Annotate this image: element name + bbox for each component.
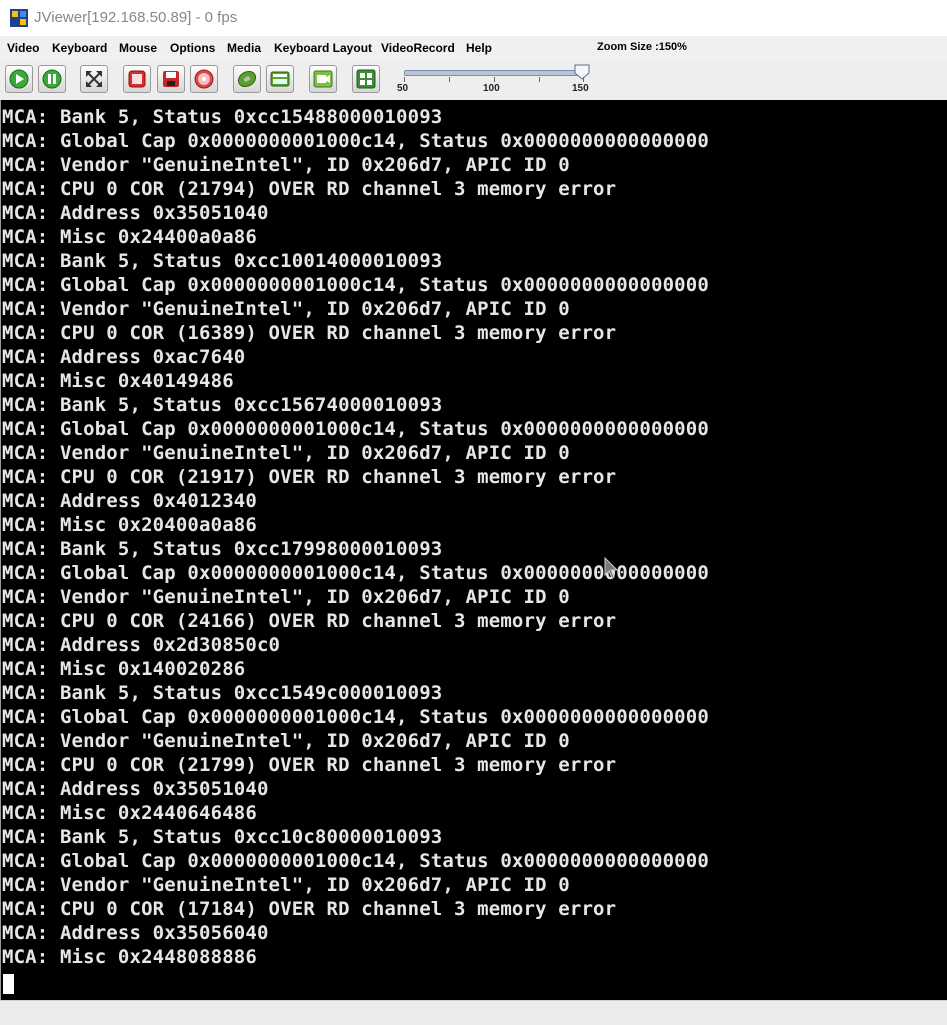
status-bar: [0, 1000, 947, 1025]
console-line: MCA: Misc 0x20400a0a86: [2, 514, 257, 536]
hotkeys-button[interactable]: [352, 65, 380, 93]
menu-mouse[interactable]: Mouse: [119, 41, 157, 55]
menu-videorecord[interactable]: VideoRecord: [381, 41, 455, 55]
console-line: MCA: Global Cap 0x0000000001000c14, Stat…: [2, 130, 709, 152]
console-line: MCA: Bank 5, Status 0xcc17998000010093: [2, 538, 443, 560]
console-line: MCA: Bank 5, Status 0xcc15488000010093: [2, 106, 443, 128]
play-button[interactable]: [5, 65, 33, 93]
console-line: MCA: CPU 0 COR (21794) OVER RD channel 3…: [2, 178, 617, 200]
menu-video[interactable]: Video: [7, 41, 39, 55]
console-line: MCA: CPU 0 COR (21799) OVER RD channel 3…: [2, 754, 617, 776]
console-line: MCA: Bank 5, Status 0xcc15674000010093: [2, 394, 443, 416]
console-line: MCA: Vendor "GenuineIntel", ID 0x206d7, …: [2, 586, 570, 608]
text-cursor: [3, 974, 14, 994]
console-line: MCA: Vendor "GenuineIntel", ID 0x206d7, …: [2, 730, 570, 752]
zoom-slider-label-min: 50: [397, 83, 409, 94]
console-line: MCA: Bank 5, Status 0xcc10c80000010093: [2, 826, 443, 848]
console-line: MCA: Bank 5, Status 0xcc1549c000010093: [2, 682, 443, 704]
console-line: MCA: Misc 0x24400a0a86: [2, 226, 257, 248]
console-line: MCA: Vendor "GenuineIntel", ID 0x206d7, …: [2, 298, 570, 320]
cd-icon: [194, 69, 214, 89]
fullscreen-icon: [86, 71, 102, 87]
console-line: MCA: CPU 0 COR (21917) OVER RD channel 3…: [2, 466, 617, 488]
zoom-slider-label-max: 150: [572, 83, 589, 94]
title-bar[interactable]: JViewer[192.168.50.89] - 0 fps: [0, 0, 947, 36]
save-button[interactable]: [157, 65, 185, 93]
mouse-pointer-icon: [604, 556, 619, 584]
console-line: MCA: Misc 0x2448088886: [2, 946, 257, 968]
zoom-slider-label-mid: 100: [483, 83, 500, 94]
stop-record-button[interactable]: [123, 65, 151, 93]
console-line: MCA: Bank 5, Status 0xcc10014000010093: [2, 250, 443, 272]
menu-help[interactable]: Help: [466, 41, 492, 55]
keyboard-icon: [270, 71, 290, 87]
console-line: MCA: Address 0x2d30850c0: [2, 634, 281, 656]
menu-media[interactable]: Media: [227, 41, 261, 55]
keyboard-button[interactable]: [266, 65, 294, 93]
zoom-size-label: Zoom Size :150%: [597, 41, 687, 53]
zoom-slider-track[interactable]: [404, 70, 586, 76]
app-icon: [10, 9, 28, 27]
menu-bar: Video Keyboard Mouse Options Media Keybo…: [0, 36, 947, 60]
mouse-button[interactable]: [233, 65, 261, 93]
fullscreen-button[interactable]: [80, 65, 108, 93]
console-screen[interactable]: MCA: Bank 5, Status 0xcc15488000010093 MC…: [0, 100, 947, 1000]
console-line: MCA: Vendor "GenuineIntel", ID 0x206d7, …: [2, 154, 570, 176]
pause-icon: [42, 69, 62, 89]
hotkeys-icon: [356, 69, 376, 89]
mouse-icon: [237, 70, 257, 88]
video-capture-button[interactable]: [309, 65, 337, 93]
console-line: MCA: Address 0x35051040: [2, 778, 269, 800]
console-line: MCA: Global Cap 0x0000000001000c14, Stat…: [2, 274, 709, 296]
console-line: MCA: Address 0x35051040: [2, 202, 269, 224]
menu-keyboard[interactable]: Keyboard: [52, 41, 107, 55]
save-icon: [163, 71, 179, 87]
console-line: MCA: Global Cap 0x0000000001000c14, Stat…: [2, 562, 709, 584]
console-line: MCA: Vendor "GenuineIntel", ID 0x206d7, …: [2, 442, 570, 464]
pause-button[interactable]: [38, 65, 66, 93]
console-line: MCA: Address 0xac7640: [2, 346, 246, 368]
cd-media-button[interactable]: [190, 65, 218, 93]
console-line: MCA: Misc 0x2440646486: [2, 802, 257, 824]
menu-options[interactable]: Options: [170, 41, 215, 55]
window-title: JViewer[192.168.50.89] - 0 fps: [34, 9, 238, 26]
console-line: MCA: CPU 0 COR (17184) OVER RD channel 3…: [2, 898, 617, 920]
console-line: MCA: CPU 0 COR (16389) OVER RD channel 3…: [2, 322, 617, 344]
console-line: MCA: Address 0x35056040: [2, 922, 269, 944]
console-line: MCA: CPU 0 COR (24166) OVER RD channel 3…: [2, 610, 617, 632]
console-line: MCA: Misc 0x40149486: [2, 370, 234, 392]
console-line: MCA: Misc 0x140020286: [2, 658, 246, 680]
console-line: MCA: Global Cap 0x0000000001000c14, Stat…: [2, 850, 709, 872]
console-line: MCA: Global Cap 0x0000000001000c14, Stat…: [2, 706, 709, 728]
stop-record-icon: [128, 70, 146, 88]
play-icon: [9, 69, 29, 89]
console-line: MCA: Global Cap 0x0000000001000c14, Stat…: [2, 418, 709, 440]
menu-keyboard-layout[interactable]: Keyboard Layout: [274, 41, 372, 55]
console-line: MCA: Address 0x4012340: [2, 490, 257, 512]
console-line: MCA: Vendor "GenuineIntel", ID 0x206d7, …: [2, 874, 570, 896]
video-capture-icon: [313, 70, 333, 88]
